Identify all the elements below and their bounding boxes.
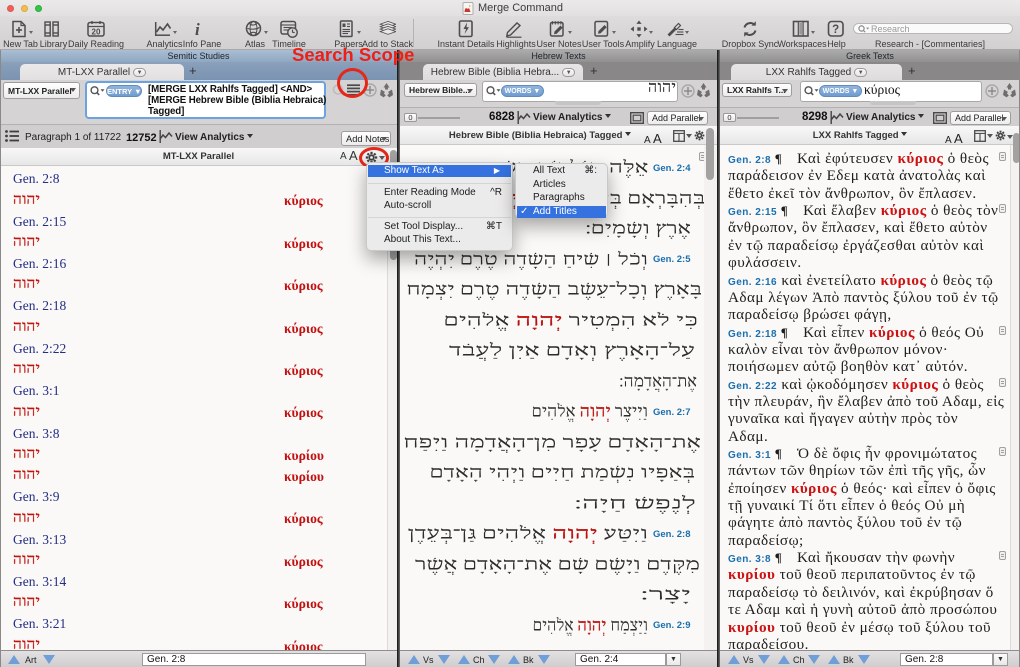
- svg-text:i: i: [195, 20, 200, 38]
- svg-text:?: ?: [832, 24, 839, 36]
- svg-text:20: 20: [92, 27, 101, 36]
